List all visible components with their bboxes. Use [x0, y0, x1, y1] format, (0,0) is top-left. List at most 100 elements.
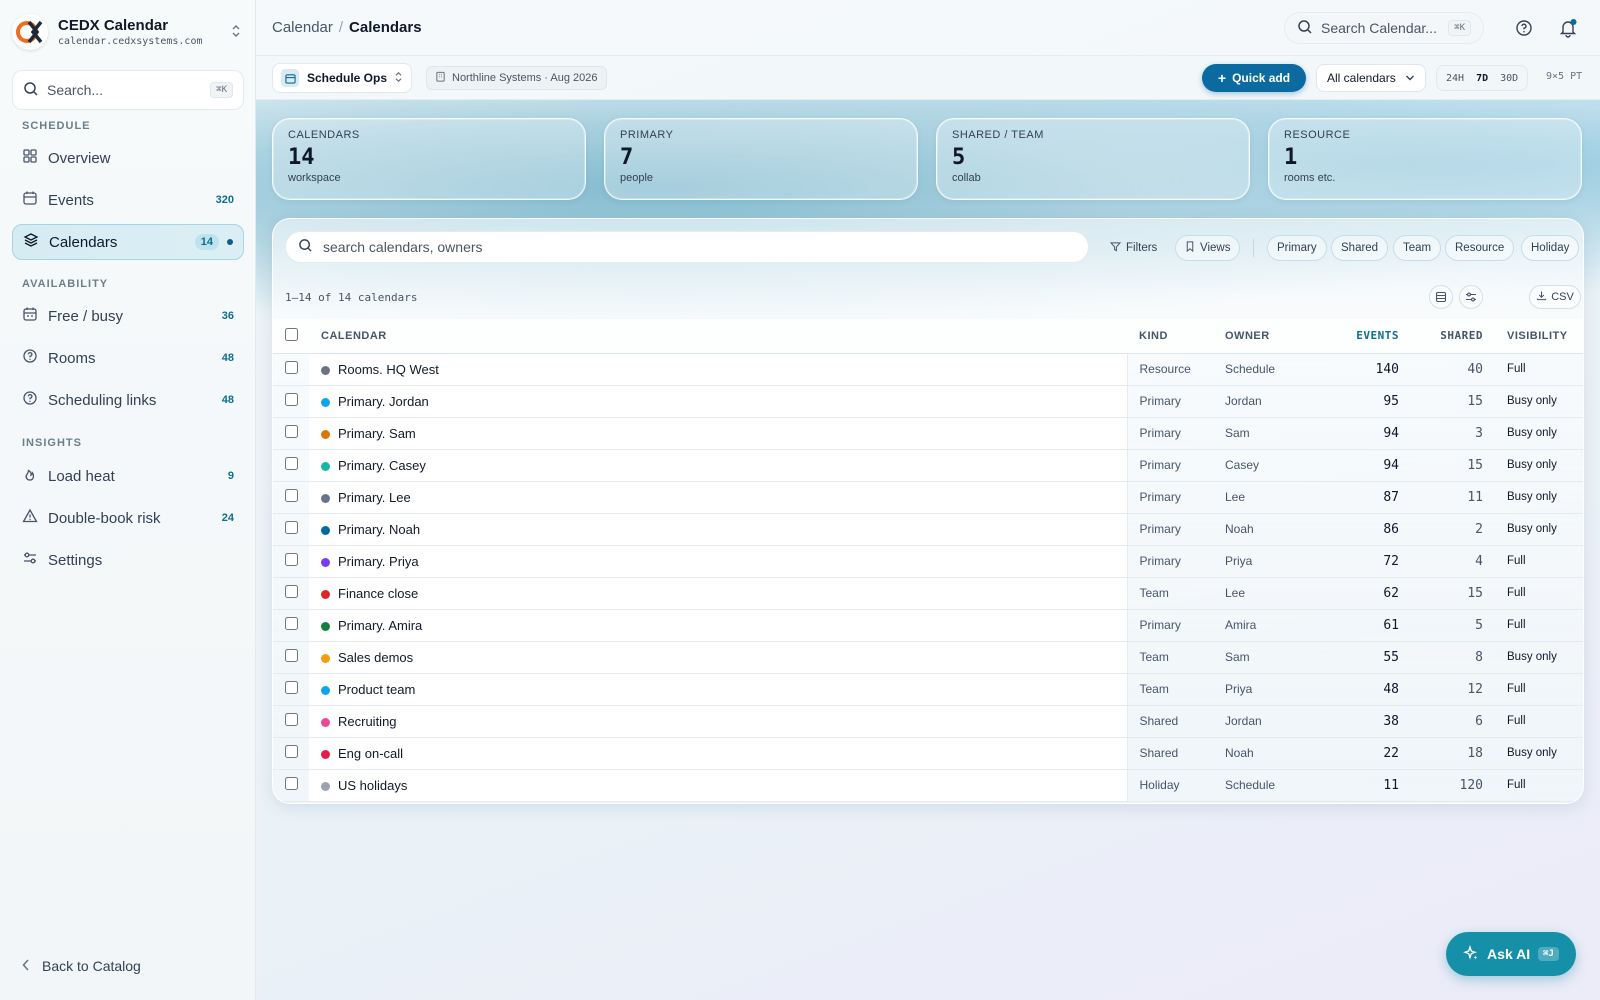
columns-settings-icon[interactable]	[1459, 285, 1483, 309]
calendar-name-cell[interactable]: Sales demos	[309, 641, 1128, 674]
calendar-visibility: Full	[1493, 609, 1583, 642]
table-row[interactable]: Recruiting Shared Jordan 38 6 Full	[273, 705, 1583, 738]
calendar-name-cell[interactable]: Recruiting	[309, 705, 1128, 738]
range-7d[interactable]: 7D	[1470, 69, 1494, 88]
calendar-name-cell[interactable]: Primary. Lee	[309, 481, 1128, 514]
calendar-kind: Primary	[1127, 385, 1215, 418]
chip-resource[interactable]: Resource	[1445, 235, 1515, 261]
calendar-name-cell[interactable]: Product team	[309, 673, 1128, 706]
building-icon	[435, 71, 446, 85]
row-checkbox[interactable]	[284, 585, 298, 598]
row-select-cell	[273, 673, 309, 706]
column-header-owner[interactable]: OWNER	[1215, 319, 1311, 354]
row-checkbox[interactable]	[284, 521, 298, 534]
calendars-table: CALENDAR KIND OWNER EVENTS SHARED VISIBI…	[273, 319, 1583, 802]
calendar-filter-select[interactable]: All calendars	[1316, 64, 1426, 92]
column-header-events[interactable]: EVENTS	[1311, 319, 1413, 354]
calendar-name-cell[interactable]: Primary. Jordan	[309, 385, 1128, 418]
row-checkbox[interactable]	[284, 553, 298, 566]
row-checkbox[interactable]	[284, 713, 298, 726]
sidebar-item-double-book-risk[interactable]: Double-book risk 24	[12, 500, 244, 536]
range-24h[interactable]: 24H	[1440, 69, 1470, 88]
views-button[interactable]: Views	[1175, 235, 1241, 261]
section-insights: INSIGHTS	[22, 437, 82, 449]
workspace-switcher[interactable]: CEDX Calendar calendar.cedxsystems.com	[12, 12, 244, 52]
row-checkbox[interactable]	[284, 649, 298, 662]
sidebar-item-settings[interactable]: Settings	[12, 542, 244, 578]
calendar-name-cell[interactable]: Primary. Casey	[309, 449, 1128, 482]
table-row[interactable]: US holidays Holiday Schedule 11 120 Full	[273, 769, 1583, 802]
row-select-cell	[273, 705, 309, 738]
sidebar-item-free-busy[interactable]: Free / busy 36	[12, 298, 244, 334]
sliders-icon	[22, 550, 38, 570]
calendar-color-dot	[321, 493, 330, 503]
select-all-checkbox[interactable]	[284, 327, 298, 341]
table-row[interactable]: Sales demos Team Sam 55 8 Busy only	[273, 641, 1583, 674]
breadcrumb-parent[interactable]: Calendar	[272, 19, 333, 36]
calendar-name-cell[interactable]: Eng on-call	[309, 737, 1128, 770]
chip-shared[interactable]: Shared	[1331, 235, 1389, 261]
row-checkbox[interactable]	[284, 457, 298, 470]
table-row[interactable]: Eng on-call Shared Noah 22 18 Busy only	[273, 737, 1583, 770]
table-row[interactable]: Primary. Noah Primary Noah 86 2 Busy only	[273, 513, 1583, 546]
table-row[interactable]: Primary. Priya Primary Priya 72 4 Full	[273, 545, 1583, 578]
table-row[interactable]: Primary. Sam Primary Sam 94 3 Busy only	[273, 417, 1583, 450]
sidebar-search[interactable]: Search... ⌘K	[12, 70, 244, 110]
row-checkbox[interactable]	[284, 425, 298, 438]
search-icon	[1297, 19, 1313, 38]
count-badge: 48	[221, 394, 234, 406]
range-30d[interactable]: 30D	[1494, 69, 1524, 88]
global-search[interactable]: Search Calendar... ⌘K	[1284, 12, 1484, 44]
row-checkbox[interactable]	[284, 745, 298, 758]
chevron-down-icon	[1405, 71, 1415, 85]
bookmark-icon	[1185, 241, 1195, 255]
column-header-kind[interactable]: KIND	[1127, 319, 1215, 354]
sidebar-item-load-heat[interactable]: Load heat 9	[12, 458, 244, 494]
help-icon[interactable]	[1510, 14, 1538, 42]
calendar-name-cell[interactable]: Rooms. HQ West	[309, 353, 1128, 386]
ask-ai-button[interactable]: Ask AI ⌘J	[1446, 932, 1576, 976]
table-row[interactable]: Product team Team Priya 48 12 Full	[273, 673, 1583, 706]
sidebar-item-overview[interactable]: Overview	[12, 140, 244, 176]
sidebar-item-calendars[interactable]: Calendars 14	[12, 224, 244, 260]
breadcrumb-separator: /	[338, 19, 344, 36]
calendar-visibility: Busy only	[1493, 417, 1583, 450]
calendar-name-cell[interactable]: US holidays	[309, 769, 1128, 802]
table-row[interactable]: Primary. Jordan Primary Jordan 95 15 Busy onl…	[273, 385, 1583, 418]
bell-icon[interactable]	[1554, 14, 1582, 42]
workspace-select[interactable]: Schedule Ops	[272, 63, 412, 93]
table-row[interactable]: Rooms. HQ West Resource Schedule 140 40 Full	[273, 353, 1583, 386]
table-search-input[interactable]: search calendars, owners	[285, 231, 1089, 263]
table-row[interactable]: Primary. Casey Primary Casey 94 15 Busy only	[273, 449, 1583, 482]
row-checkbox[interactable]	[284, 489, 298, 502]
row-checkbox[interactable]	[284, 617, 298, 630]
calendar-name-cell[interactable]: Primary. Noah	[309, 513, 1128, 546]
table-row[interactable]: Primary. Amira Primary Amira 61 5 Full	[273, 609, 1583, 642]
chip-primary[interactable]: Primary	[1267, 235, 1327, 261]
column-header-visibility[interactable]: VISIBILITY	[1493, 319, 1583, 354]
calendar-name-cell[interactable]: Primary. Priya	[309, 545, 1128, 578]
row-checkbox[interactable]	[284, 393, 298, 406]
row-checkbox[interactable]	[284, 361, 298, 374]
filters-button[interactable]: Filters	[1101, 235, 1166, 261]
stat-subtitle: collab	[952, 172, 981, 184]
table-row[interactable]: Primary. Lee Primary Lee 87 11 Busy only	[273, 481, 1583, 514]
sidebar-item-rooms[interactable]: Rooms 48	[12, 340, 244, 376]
back-to-catalog-link[interactable]: Back to Catalog	[22, 958, 141, 974]
density-icon[interactable]	[1429, 285, 1453, 309]
row-checkbox[interactable]	[284, 681, 298, 694]
row-checkbox[interactable]	[284, 777, 298, 790]
chip-holiday[interactable]: Holiday	[1521, 235, 1580, 261]
calendar-name-cell[interactable]: Primary. Sam	[309, 417, 1128, 450]
column-header-calendar[interactable]: CALENDAR	[309, 319, 1127, 354]
quick-add-button[interactable]: + Quick add	[1202, 64, 1306, 92]
calendar-name-cell[interactable]: Primary. Amira	[309, 609, 1128, 642]
table-row[interactable]: Finance close Team Lee 62 15 Full	[273, 577, 1583, 610]
sidebar-item-events[interactable]: Events 320	[12, 182, 244, 218]
search-icon	[298, 238, 313, 256]
sidebar-item-scheduling-links[interactable]: Scheduling links 48	[12, 382, 244, 418]
chip-team[interactable]: Team	[1393, 235, 1442, 261]
column-header-shared[interactable]: SHARED	[1413, 319, 1493, 354]
calendar-name-cell[interactable]: Finance close	[309, 577, 1128, 610]
export-csv-button[interactable]: CSV	[1529, 285, 1581, 309]
